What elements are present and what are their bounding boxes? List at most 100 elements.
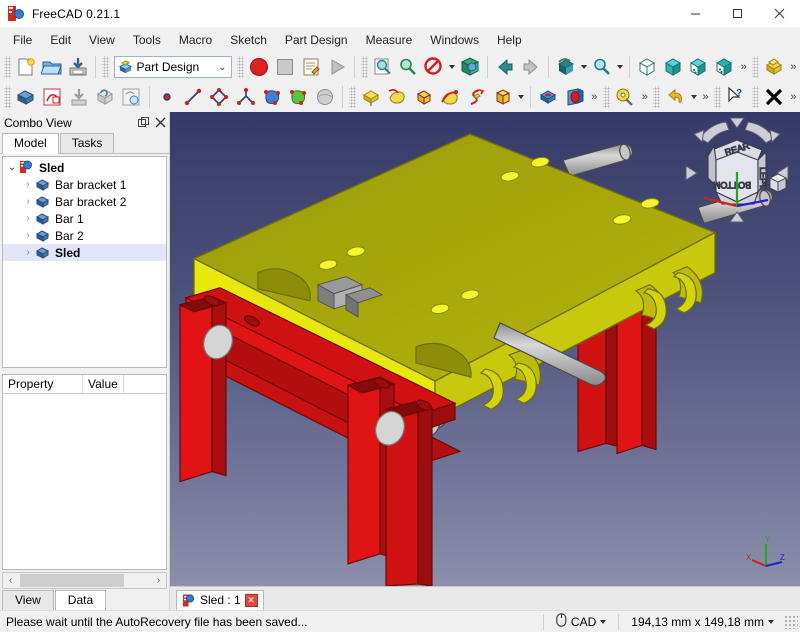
toolbar-grip[interactable] <box>101 56 109 78</box>
property-editor-body[interactable] <box>3 394 166 569</box>
toolbar-grip[interactable] <box>237 56 245 78</box>
scrollbar-track[interactable] <box>18 573 151 588</box>
create-body-icon[interactable] <box>13 84 39 110</box>
chevron-right-icon[interactable]: › <box>21 213 35 224</box>
create-sketch-icon[interactable] <box>39 84 65 110</box>
document-tab-sled[interactable]: Sled : 1 ✕ <box>176 590 264 610</box>
menu-part-design[interactable]: Part Design <box>276 30 357 50</box>
hole-icon[interactable] <box>561 84 587 110</box>
toolbar-grip[interactable] <box>751 86 759 108</box>
toolbar-overflow-icon[interactable]: » <box>787 54 800 80</box>
menu-file[interactable]: File <box>4 30 41 50</box>
chevron-right-icon[interactable]: › <box>21 196 35 207</box>
menu-sketch[interactable]: Sketch <box>221 30 276 50</box>
dimension-readout[interactable]: 194,13 mm x 149,18 mm <box>627 615 778 629</box>
menu-edit[interactable]: Edit <box>41 30 80 50</box>
property-editor[interactable]: Property Value <box>2 374 167 570</box>
menu-help[interactable]: Help <box>488 30 531 50</box>
additive-primitive-icon[interactable] <box>489 84 515 110</box>
tree-item-sled-document[interactable]: ⌄ Sled <box>3 159 166 176</box>
additive-pipe-icon[interactable] <box>437 84 463 110</box>
tab-view[interactable]: View <box>2 590 54 610</box>
maximize-button[interactable] <box>716 0 758 28</box>
chevron-right-icon[interactable]: › <box>21 179 35 190</box>
previous-view-icon[interactable] <box>492 54 518 80</box>
additive-helix-icon[interactable] <box>463 84 489 110</box>
chevron-down-icon[interactable]: ⌄ <box>5 162 19 173</box>
pad-icon[interactable] <box>358 84 384 110</box>
next-view-icon[interactable] <box>518 54 544 80</box>
whats-this-icon[interactable]: ? <box>723 84 749 110</box>
open-document-icon[interactable] <box>39 54 65 80</box>
draw-style-icon[interactable] <box>421 54 447 80</box>
shape-binder-icon[interactable] <box>92 84 118 110</box>
close-icon[interactable] <box>152 114 169 131</box>
sketch-polyline-icon[interactable] <box>206 84 232 110</box>
pocket-icon[interactable] <box>535 84 561 110</box>
macro-execute-icon[interactable] <box>324 54 350 80</box>
attach-sketch-icon[interactable] <box>66 84 92 110</box>
rear-view-icon[interactable] <box>685 54 711 80</box>
toolbar-grip[interactable] <box>4 56 11 78</box>
navigation-cube[interactable]: REAR BOTTOM LEFT <box>682 116 792 234</box>
toolbar-overflow-icon[interactable]: » <box>588 84 601 110</box>
tab-model[interactable]: Model <box>2 133 59 154</box>
fit-selection-icon[interactable] <box>395 54 421 80</box>
toolbar-overflow-icon[interactable]: » <box>699 84 712 110</box>
sketch-surface-green-icon[interactable] <box>285 84 311 110</box>
macro-record-icon[interactable] <box>246 54 272 80</box>
sketch-point-icon[interactable] <box>154 84 180 110</box>
sub-object-binder-icon[interactable] <box>118 84 144 110</box>
create-part-icon[interactable] <box>761 54 787 80</box>
revolution-icon[interactable] <box>384 84 410 110</box>
tab-tasks[interactable]: Tasks <box>59 133 115 153</box>
additive-dropdown-icon[interactable] <box>516 84 526 110</box>
sketch-arc-icon[interactable] <box>233 84 259 110</box>
property-horizontal-scrollbar[interactable]: ‹ › <box>2 572 167 589</box>
close-button[interactable] <box>758 0 800 28</box>
tree-item-bar-bracket-1[interactable]: › Bar bracket 1 <box>3 176 166 193</box>
navigation-style-selector[interactable]: CAD <box>552 613 610 630</box>
3d-viewport[interactable]: REAR BOTTOM LEFT Y X Z <box>170 112 800 586</box>
minimize-button[interactable] <box>674 0 716 28</box>
workbench-selector[interactable]: Part Design ⌄ <box>113 56 233 78</box>
zoom-dropdown-icon[interactable] <box>615 54 625 80</box>
scroll-left-icon[interactable]: ‹ <box>3 573 18 588</box>
toolbar-grip[interactable] <box>653 86 661 108</box>
chevron-down-icon[interactable]: ⌄ <box>215 62 229 73</box>
additive-loft-icon[interactable] <box>410 84 436 110</box>
menu-measure[interactable]: Measure <box>357 30 422 50</box>
toolbar-overflow-icon[interactable]: » <box>638 84 651 110</box>
macro-stop-icon[interactable] <box>272 54 298 80</box>
top-view-icon[interactable] <box>660 54 686 80</box>
undo-icon[interactable] <box>662 84 688 110</box>
zoom-icon[interactable] <box>589 54 615 80</box>
chevron-down-icon[interactable] <box>600 619 607 624</box>
toolbar-grip[interactable] <box>602 86 610 108</box>
tree-item-bar-2[interactable]: › Bar 2 <box>3 227 166 244</box>
bottom-view-icon[interactable] <box>711 54 737 80</box>
scrollbar-thumb[interactable] <box>20 574 124 587</box>
sketch-sphere-icon[interactable] <box>312 84 338 110</box>
model-tree[interactable]: ⌄ Sled › Bar bracket 1 › Bar bracket 2 ›… <box>2 156 167 368</box>
toolbar-grip[interactable] <box>348 86 356 108</box>
front-view-icon[interactable] <box>634 54 660 80</box>
close-x-icon[interactable] <box>761 84 787 110</box>
chevron-right-icon[interactable]: › <box>21 230 35 241</box>
sketch-line-icon[interactable] <box>180 84 206 110</box>
isometric-dropdown-icon[interactable] <box>579 54 589 80</box>
panel-splitter[interactable] <box>0 368 169 372</box>
draw-style-dropdown-icon[interactable] <box>447 54 457 80</box>
axonometric-view-icon[interactable] <box>457 54 483 80</box>
menu-view[interactable]: View <box>80 30 124 50</box>
sketch-surface-blue-icon[interactable] <box>259 84 285 110</box>
chevron-right-icon[interactable]: › <box>21 247 35 258</box>
toolbar-overflow-icon[interactable]: » <box>737 54 750 80</box>
tree-item-bar-bracket-2[interactable]: › Bar bracket 2 <box>3 193 166 210</box>
menu-macro[interactable]: Macro <box>170 30 221 50</box>
measure-icon[interactable] <box>612 84 638 110</box>
resize-grip[interactable] <box>784 614 798 629</box>
chevron-down-icon[interactable] <box>768 619 774 624</box>
toolbar-grip[interactable] <box>752 56 760 78</box>
isometric-view-icon[interactable] <box>553 54 579 80</box>
